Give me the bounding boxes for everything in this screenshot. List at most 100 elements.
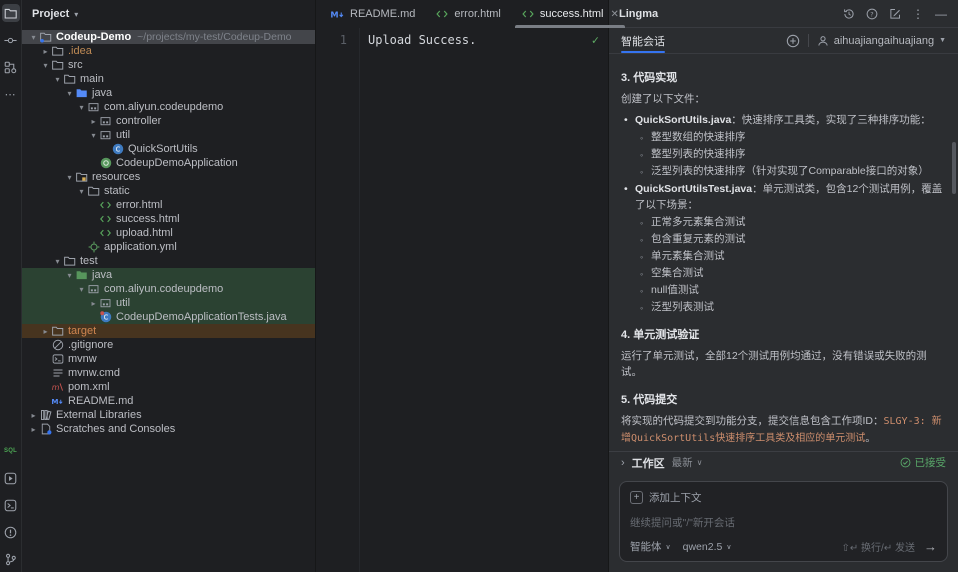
structure-tool-icon[interactable] xyxy=(2,58,20,76)
inspection-ok-icon[interactable]: ✓ xyxy=(592,33,599,47)
tree-item-codeupdemoapplicationtests.java[interactable]: CCodeupDemoApplicationTests.java xyxy=(22,310,315,324)
tree-item-application.yml[interactable]: application.yml xyxy=(22,240,315,254)
agent-selector[interactable]: 智能体 ∨ xyxy=(630,539,671,554)
tree-item-label: Scratches and Consoles xyxy=(56,423,175,435)
editor-body[interactable]: 1 Upload Success. ✓ xyxy=(316,28,608,572)
folder-icon xyxy=(51,45,64,57)
minimize-icon[interactable]: — xyxy=(934,7,948,21)
close-icon[interactable]: ✕ xyxy=(610,9,618,20)
chevron-right-icon[interactable]: ▸ xyxy=(88,117,99,126)
gitignore-icon xyxy=(51,339,64,351)
more-tools-icon[interactable]: ⋯ xyxy=(2,85,20,103)
tree-item-label: upload.html xyxy=(116,227,173,239)
tree-item-upload.html[interactable]: upload.html xyxy=(22,226,315,240)
chevron-right-icon[interactable]: ▸ xyxy=(40,327,51,336)
send-button[interactable]: → xyxy=(924,539,937,554)
chevron-down-icon[interactable]: ▾ xyxy=(76,187,87,196)
tree-item-label: CodeupDemoApplicationTests.java xyxy=(116,311,287,323)
tree-item-com.aliyun.codeupdemo[interactable]: ▾com.aliyun.codeupdemo xyxy=(22,282,315,296)
chevron-right-icon[interactable]: ▸ xyxy=(88,299,99,308)
ide-window: ⋯ SQL Project ▾ ▾Codeup-Demo~/projects/m… xyxy=(0,0,958,572)
tree-item-java[interactable]: ▾java xyxy=(22,86,315,100)
chevron-down-icon[interactable]: ▾ xyxy=(28,33,39,42)
tree-item-util[interactable]: ▾util xyxy=(22,128,315,142)
new-session-plus-icon[interactable] xyxy=(786,34,800,48)
new-chat-icon[interactable] xyxy=(888,7,902,21)
editor-code-line[interactable]: Upload Success. xyxy=(360,28,608,572)
chevron-down-icon[interactable]: ▾ xyxy=(64,173,75,182)
chevron-right-icon[interactable]: › xyxy=(621,457,625,469)
user-account-menu[interactable]: aihuajiangaihuajiang ▼ xyxy=(817,35,946,47)
chevron-down-icon[interactable]: ▾ xyxy=(52,75,63,84)
tree-item-label: .gitignore xyxy=(68,339,113,351)
sql-tool-icon[interactable]: SQL xyxy=(2,442,20,460)
tab-error.html[interactable]: error.html xyxy=(425,0,510,28)
html-file-icon xyxy=(435,8,449,20)
tree-item-.idea[interactable]: ▸.idea xyxy=(22,44,315,58)
tree-item-readme.md[interactable]: MREADME.md xyxy=(22,394,315,408)
chevron-down-icon[interactable]: ▾ xyxy=(76,103,87,112)
chat-input[interactable]: 继续提问或"/"新开会话 xyxy=(630,515,937,530)
tree-item-resources[interactable]: ▾resources xyxy=(22,170,315,184)
tree-item-java[interactable]: ▾java xyxy=(22,268,315,282)
workspace-bar[interactable]: › 工作区 最新 ∨ 已接受 xyxy=(609,451,958,473)
project-panel-header[interactable]: Project ▾ xyxy=(22,0,315,28)
workspace-latest-label: 最新 xyxy=(672,455,693,470)
chat-heading: 5. 代码提交 xyxy=(621,391,944,407)
chevron-down-icon[interactable]: ▾ xyxy=(40,61,51,70)
tab-success.html[interactable]: success.html ✕ xyxy=(511,0,629,28)
tree-item-com.aliyun.codeupdemo[interactable]: ▾com.aliyun.codeupdemo xyxy=(22,100,315,114)
chevron-down-icon[interactable]: ▾ xyxy=(88,131,99,140)
tree-item-quicksortutils[interactable]: CQuickSortUtils xyxy=(22,142,315,156)
tree-item-mvnw[interactable]: mvnw xyxy=(22,352,315,366)
terminal-tool-icon[interactable] xyxy=(2,496,20,514)
tree-item-util[interactable]: ▸util xyxy=(22,296,315,310)
tree-item-mvnw.cmd[interactable]: mvnw.cmd xyxy=(22,366,315,380)
tree-item-error.html[interactable]: error.html xyxy=(22,198,315,212)
chat-text: 单元素集合测试 xyxy=(651,250,725,262)
tab-label: README.md xyxy=(350,8,415,20)
chevron-down-icon[interactable]: ∨ xyxy=(697,458,703,467)
tree-item-main[interactable]: ▾main xyxy=(22,72,315,86)
tree-item-controller[interactable]: ▸controller xyxy=(22,114,315,128)
model-selector[interactable]: qwen2.5 ∨ xyxy=(683,541,732,553)
chevron-right-icon[interactable]: ▸ xyxy=(28,425,39,434)
tab-readme.md[interactable]: MREADME.md xyxy=(320,0,425,28)
chat-bullet: 整型列表的快速排序 xyxy=(621,147,944,162)
git-tool-icon[interactable] xyxy=(2,550,20,568)
help-icon[interactable]: ? xyxy=(865,7,879,21)
history-icon[interactable] xyxy=(842,7,856,21)
tab-smart-conversation[interactable]: 智能会话 xyxy=(621,28,665,53)
chevron-down-icon[interactable]: ▾ xyxy=(52,257,63,266)
tab-label: success.html xyxy=(540,8,604,20)
chat-bullet: null值测试 xyxy=(621,283,944,298)
tree-item-codeupdemoapplication[interactable]: CodeupDemoApplication xyxy=(22,156,315,170)
tree-item-success.html[interactable]: success.html xyxy=(22,212,315,226)
kebab-menu-icon[interactable]: ⋮ xyxy=(911,7,925,21)
chat-composer[interactable]: + 添加上下文 继续提问或"/"新开会话 智能体 ∨ qwen2.5 ∨ ⇧↵ … xyxy=(619,481,948,562)
project-path-label: ~/projects/my-test/Codeup-Demo xyxy=(137,31,291,43)
tree-item-target[interactable]: ▸target xyxy=(22,324,315,338)
svg-text:M: M xyxy=(51,397,58,406)
chat-heading: 3. 代码实现 xyxy=(621,69,944,85)
tree-item-src[interactable]: ▾src xyxy=(22,58,315,72)
tree-item-.gitignore[interactable]: .gitignore xyxy=(22,338,315,352)
add-context-button[interactable]: + 添加上下文 xyxy=(630,490,937,505)
tree-item-scratches-and-consoles[interactable]: ▸ Scratches and Consoles xyxy=(22,422,315,436)
tree-item-external-libraries[interactable]: ▸External Libraries xyxy=(22,408,315,422)
chevron-down-icon[interactable]: ▾ xyxy=(76,285,87,294)
tree-item-test[interactable]: ▾test xyxy=(22,254,315,268)
chevron-right-icon[interactable]: ▸ xyxy=(28,411,39,420)
tree-item-static[interactable]: ▾static xyxy=(22,184,315,198)
services-tool-icon[interactable] xyxy=(2,469,20,487)
chevron-right-icon[interactable]: ▸ xyxy=(40,47,51,56)
tree-item-pom.xml[interactable]: mpom.xml xyxy=(22,380,315,394)
commit-tool-icon[interactable] xyxy=(2,31,20,49)
shell-icon xyxy=(51,353,64,365)
problems-tool-icon[interactable] xyxy=(2,523,20,541)
chevron-down-icon[interactable]: ▾ xyxy=(64,89,75,98)
project-tool-icon[interactable] xyxy=(2,4,20,22)
tree-item-codeup-demo[interactable]: ▾Codeup-Demo~/projects/my-test/Codeup-De… xyxy=(22,30,315,44)
scrollbar-thumb[interactable] xyxy=(952,142,956,194)
chevron-down-icon[interactable]: ▾ xyxy=(64,271,75,280)
